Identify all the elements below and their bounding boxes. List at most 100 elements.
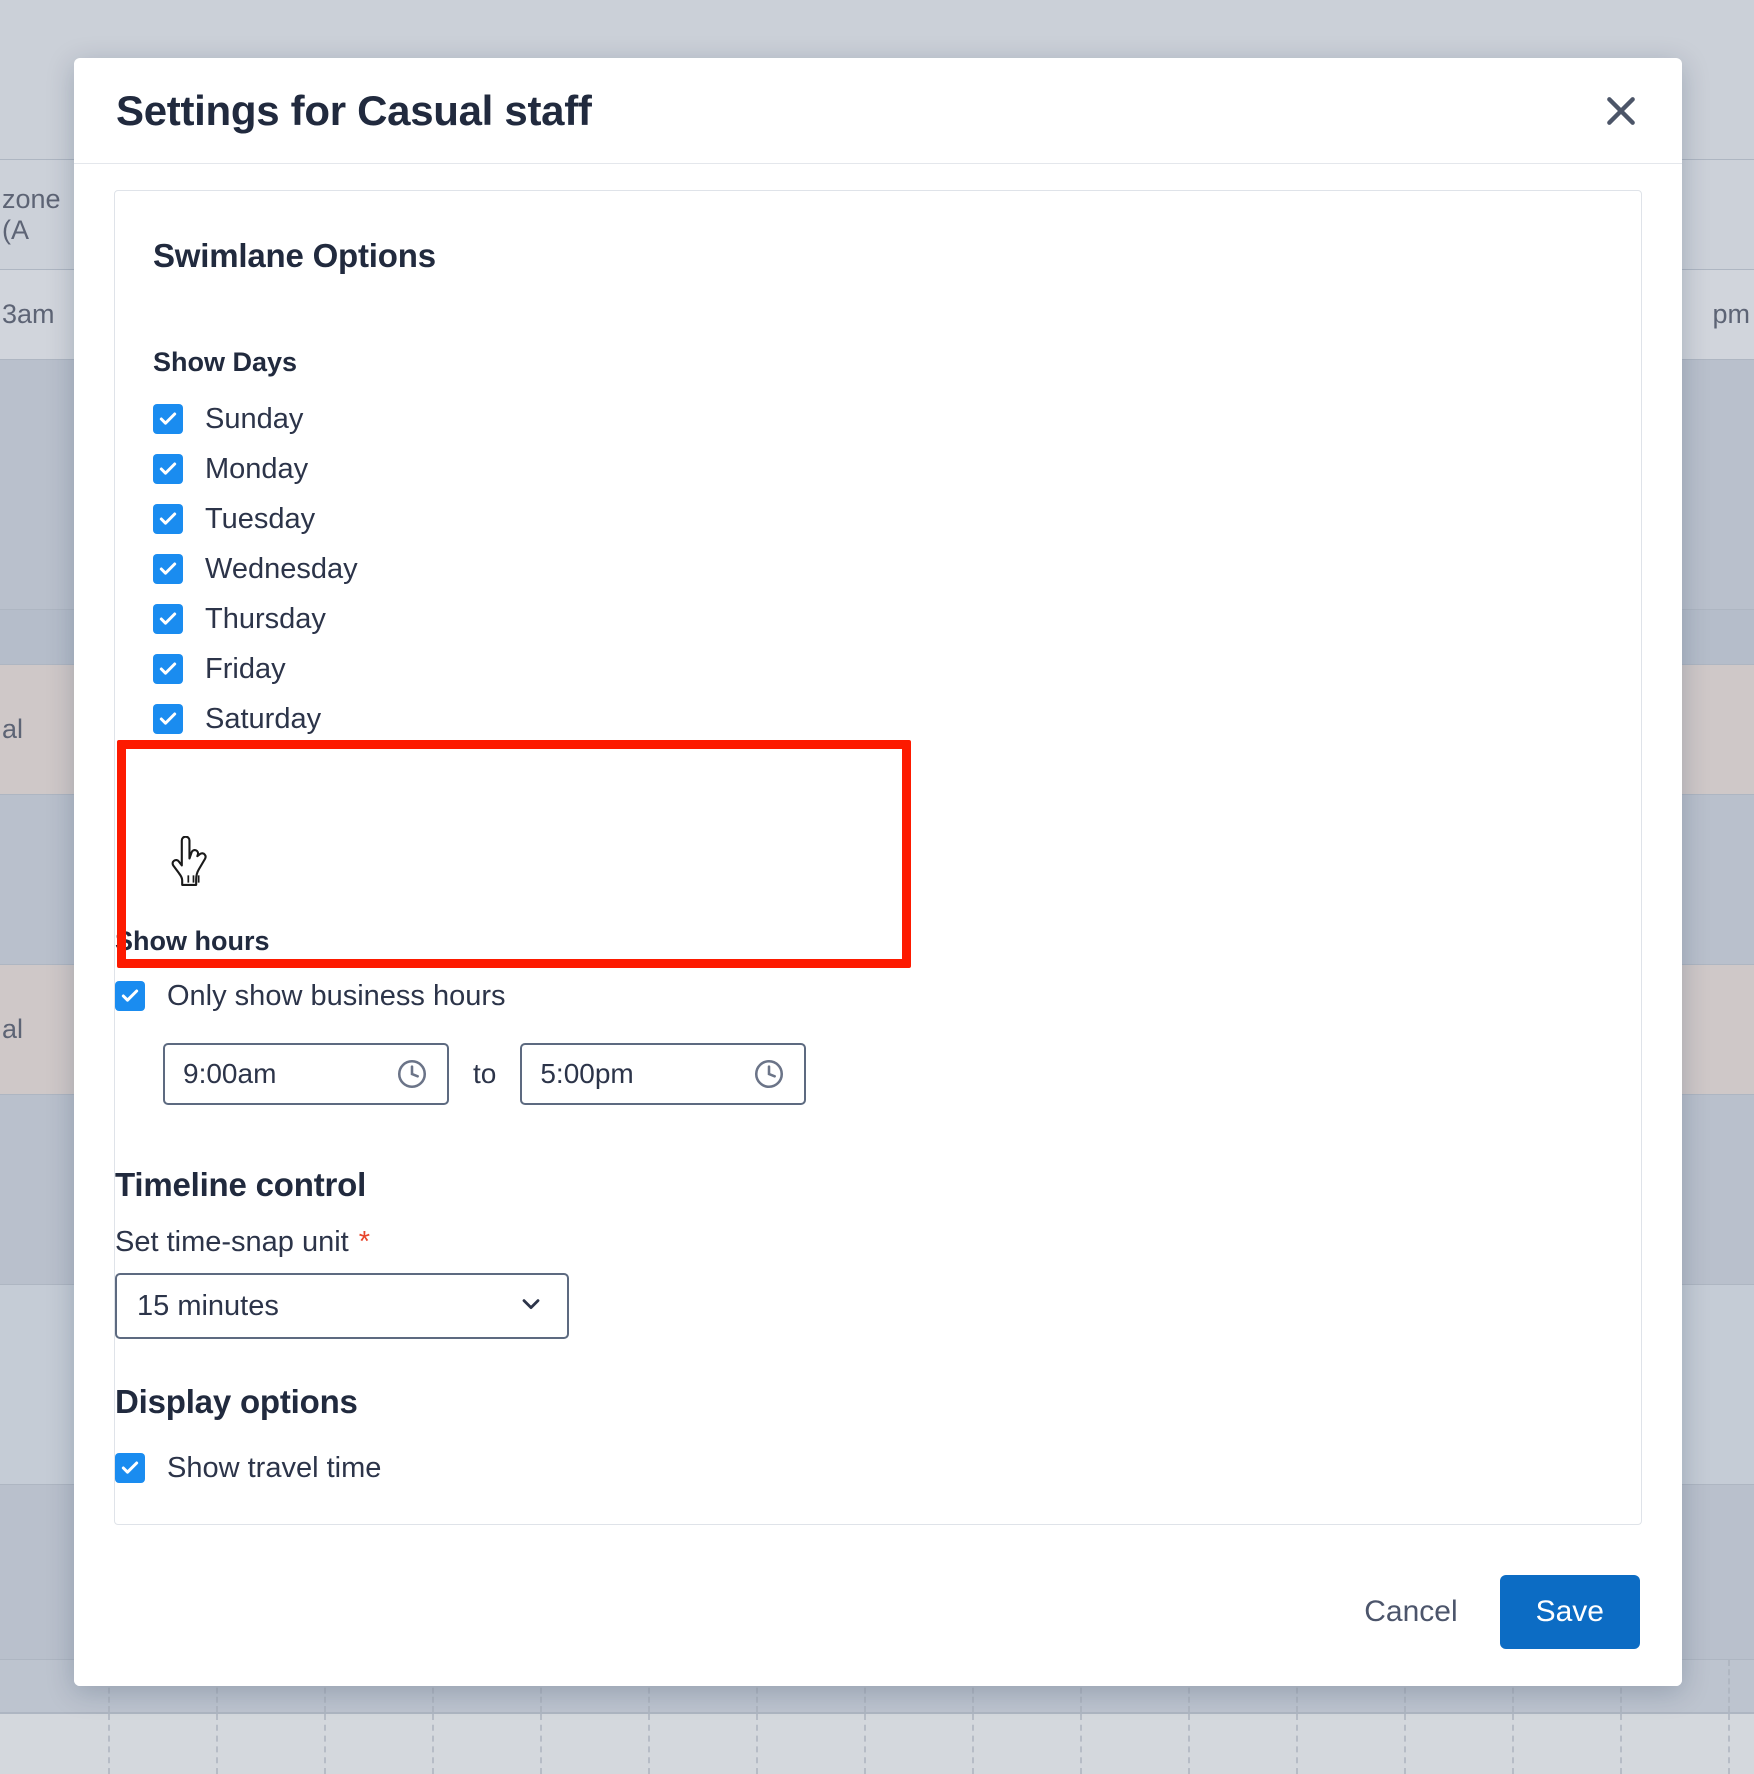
show-day-label: Tuesday (205, 503, 315, 536)
show-day-label: Sunday (205, 403, 303, 436)
required-marker: * (359, 1226, 370, 1259)
calendar-grid-line (1728, 1660, 1730, 1712)
display-option-row[interactable]: Show travel time (115, 1443, 1641, 1493)
calendar-grid-line (864, 1714, 866, 1774)
modal-body: Swimlane Options Show Days Sunday Monday T… (74, 164, 1682, 1538)
business-hours-checkbox[interactable] (115, 981, 145, 1011)
end-time-value: 5:00pm (540, 1058, 633, 1090)
page-title: Settings for Casual staff (116, 87, 592, 135)
calendar-grid-line (1620, 1714, 1622, 1774)
calendar-grid-line (108, 1714, 110, 1774)
show-hours-label: Show hours (115, 926, 1641, 957)
settings-card: Swimlane Options Show Days Sunday Monday T… (114, 190, 1642, 1525)
show-days-list: Sunday Monday Tuesday Wednesday Thursday Frid… (153, 394, 1603, 744)
calendar-grid-strip (0, 1712, 1754, 1774)
end-time-input[interactable]: 5:00pm (520, 1043, 806, 1105)
business-hours-checkbox-row[interactable]: Only show business hours (115, 971, 1641, 1021)
calendar-grid-line (1512, 1714, 1514, 1774)
show-day-row[interactable]: Thursday (153, 594, 1603, 644)
display-options-heading: Display options (115, 1383, 1641, 1421)
calendar-grid-line (1080, 1714, 1082, 1774)
calendar-row-left-label (0, 1285, 82, 1484)
calendar-row-right-label (1672, 1485, 1754, 1659)
timeline-control-heading: Timeline control (115, 1166, 1641, 1204)
time-range-separator: to (473, 1058, 496, 1090)
settings-modal: Settings for Casual staff Swimlane Optio… (74, 58, 1682, 1686)
calendar-row-right-label (1672, 160, 1754, 269)
calendar-row-left-label (0, 1095, 82, 1284)
calendar-row-right-label (1672, 610, 1754, 664)
display-options-list: Show travel time (115, 1443, 1641, 1493)
timeline-control-section: Timeline control Set time-snap unit * 15… (115, 1166, 1641, 1339)
calendar-row-right-label (1672, 0, 1754, 159)
calendar-row-right-label (1672, 665, 1754, 794)
calendar-row-left-label: al (0, 665, 82, 794)
calendar-grid-line (972, 1714, 974, 1774)
show-day-checkbox[interactable] (153, 504, 183, 534)
show-day-row[interactable]: Wednesday (153, 544, 1603, 594)
modal-header: Settings for Casual staff (74, 58, 1682, 164)
show-day-row[interactable]: Friday (153, 644, 1603, 694)
show-days-label: Show Days (153, 347, 1603, 378)
show-day-label: Monday (205, 453, 308, 486)
display-option-checkbox[interactable] (115, 1453, 145, 1483)
show-day-label: Thursday (205, 603, 326, 636)
calendar-row-left-label (0, 795, 82, 964)
calendar-row-left-label: zone (A (0, 160, 82, 269)
show-day-label: Saturday (205, 703, 321, 736)
calendar-row-right-label (1672, 1285, 1754, 1484)
modal-footer: Cancel Save (74, 1538, 1682, 1686)
calendar-row-left-label: al (0, 965, 82, 1094)
close-button[interactable] (1590, 80, 1652, 142)
calendar-row-left-label (0, 0, 82, 159)
show-days-section: Show Days Sunday Monday Tuesday Wednesday Th… (153, 347, 1603, 744)
time-snap-field-label: Set time-snap unit (115, 1226, 349, 1259)
show-day-checkbox[interactable] (153, 654, 183, 684)
show-day-checkbox[interactable] (153, 704, 183, 734)
clock-icon[interactable] (395, 1057, 429, 1091)
business-hours-checkbox-label: Only show business hours (167, 980, 506, 1013)
calendar-row-left-label (0, 360, 82, 609)
swimlane-options-heading: Swimlane Options (153, 237, 1603, 275)
calendar-row-right-label (1672, 360, 1754, 609)
show-day-checkbox[interactable] (153, 454, 183, 484)
show-day-checkbox[interactable] (153, 404, 183, 434)
calendar-grid-line (1404, 1714, 1406, 1774)
time-snap-field-label-row: Set time-snap unit * (115, 1226, 1641, 1259)
calendar-row-right-label (1672, 1095, 1754, 1284)
calendar-grid-line (1188, 1714, 1190, 1774)
show-day-row[interactable]: Monday (153, 444, 1603, 494)
cancel-button[interactable]: Cancel (1340, 1581, 1481, 1643)
close-icon (1601, 91, 1641, 131)
start-time-input[interactable]: 9:00am (163, 1043, 449, 1105)
show-day-row[interactable]: Sunday (153, 394, 1603, 444)
show-day-row[interactable]: Tuesday (153, 494, 1603, 544)
chevron-down-icon (517, 1290, 545, 1323)
show-hours-section: Show hours Only show business hours 9:00… (114, 886, 1641, 1105)
calendar-row-right-label (1672, 965, 1754, 1094)
display-option-label: Show travel time (167, 1452, 381, 1485)
save-button[interactable]: Save (1500, 1575, 1640, 1649)
start-time-value: 9:00am (183, 1058, 276, 1090)
display-options-section: Display options Show travel time (115, 1383, 1641, 1493)
clock-icon[interactable] (752, 1057, 786, 1091)
calendar-grid-line (1296, 1714, 1298, 1774)
calendar-row-right-label (1672, 795, 1754, 964)
calendar-grid-line (432, 1714, 434, 1774)
calendar-grid-line (1728, 1714, 1730, 1774)
calendar-row-right-label: pm (1672, 270, 1754, 359)
calendar-grid-line (756, 1714, 758, 1774)
time-snap-selected-value: 15 minutes (137, 1290, 279, 1323)
calendar-grid-line (648, 1714, 650, 1774)
calendar-grid-line (324, 1714, 326, 1774)
business-hours-time-row: 9:00am to 5:00pm (163, 1043, 1641, 1105)
calendar-grid-line (216, 1714, 218, 1774)
calendar-grid-line (540, 1714, 542, 1774)
calendar-row-left-label (0, 610, 82, 664)
calendar-row-left-label (0, 1485, 82, 1659)
time-snap-select[interactable]: 15 minutes (115, 1273, 569, 1339)
show-day-checkbox[interactable] (153, 554, 183, 584)
show-day-row[interactable]: Saturday (153, 694, 1603, 744)
show-day-label: Wednesday (205, 553, 358, 586)
show-day-checkbox[interactable] (153, 604, 183, 634)
